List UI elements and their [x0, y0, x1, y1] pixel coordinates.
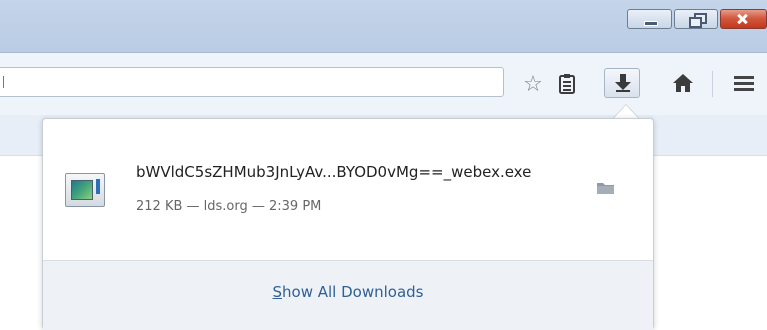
home-icon[interactable] — [670, 73, 696, 97]
download-arrow-icon — [615, 74, 631, 92]
close-button[interactable] — [720, 9, 767, 29]
minimize-button[interactable] — [627, 9, 672, 29]
navigation-toolbar: ☆ — [0, 53, 767, 115]
download-filename: bWVldC5sZHMub3JnLyAv...BYOD0vMg==_webex.… — [136, 163, 532, 181]
show-all-label: how All Downloads — [282, 283, 424, 301]
window-titlebar — [0, 0, 767, 53]
show-all-downloads-link[interactable]: Show All Downloads — [43, 283, 653, 301]
downloads-button[interactable] — [604, 68, 640, 98]
download-item[interactable]: bWVldC5sZHMub3JnLyAv...BYOD0vMg==_webex.… — [43, 119, 653, 259]
star-icon[interactable]: ☆ — [520, 73, 546, 97]
reading-list-icon[interactable] — [554, 73, 580, 97]
downloads-panel: bWVldC5sZHMub3JnLyAv...BYOD0vMg==_webex.… — [42, 118, 654, 330]
executable-file-icon — [65, 173, 105, 207]
toolbar-separator — [712, 71, 713, 97]
panel-arrow — [613, 104, 639, 118]
url-bar[interactable] — [0, 67, 504, 97]
restore-button[interactable] — [674, 9, 718, 29]
folder-icon[interactable] — [597, 181, 614, 194]
show-all-accesskey: S — [272, 283, 283, 301]
download-status: 212 KB — lds.org — 2:39 PM — [136, 199, 322, 214]
text-caret — [3, 76, 4, 88]
hamburger-menu-icon[interactable] — [731, 73, 757, 97]
